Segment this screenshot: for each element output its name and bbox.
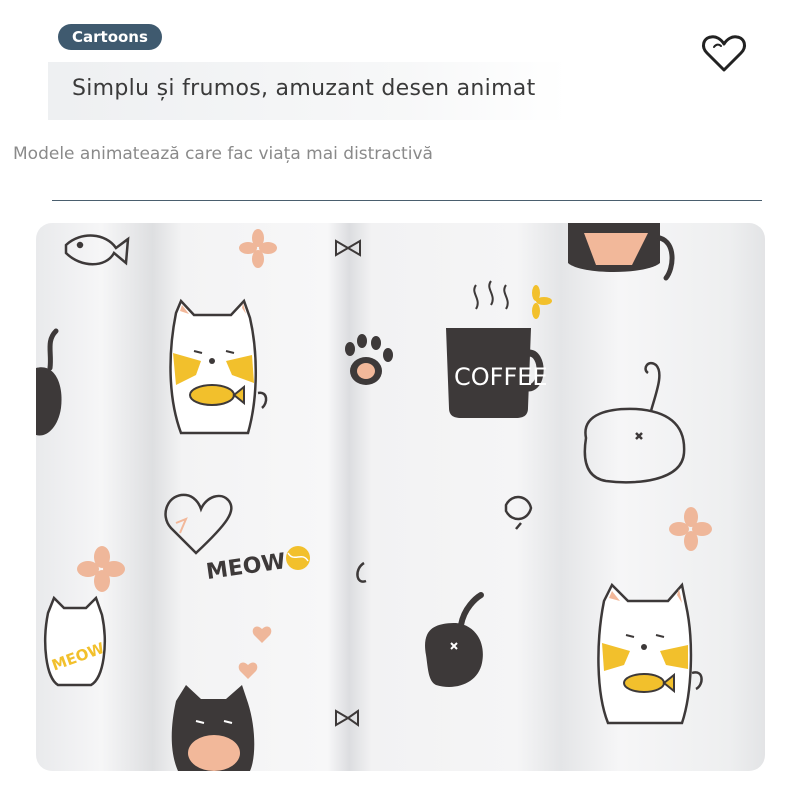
- page-title: Simplu și frumos, amuzant desen animat: [72, 76, 536, 101]
- subtitle: Modele animatează care fac viața mai dis…: [13, 144, 433, 164]
- cat-with-fish-print-left: [169, 298, 268, 435]
- category-tag: Cartoons: [58, 24, 162, 50]
- cat-with-fish-print-right: [597, 582, 703, 725]
- svg-text:COFFEE: COFFEE: [454, 363, 548, 391]
- heart-outline-icon[interactable]: [700, 30, 748, 76]
- cat-meow-print-left: MEOW: [44, 595, 107, 687]
- divider: [52, 200, 762, 201]
- product-photo: COFFEE MEOW MEOW: [36, 223, 765, 771]
